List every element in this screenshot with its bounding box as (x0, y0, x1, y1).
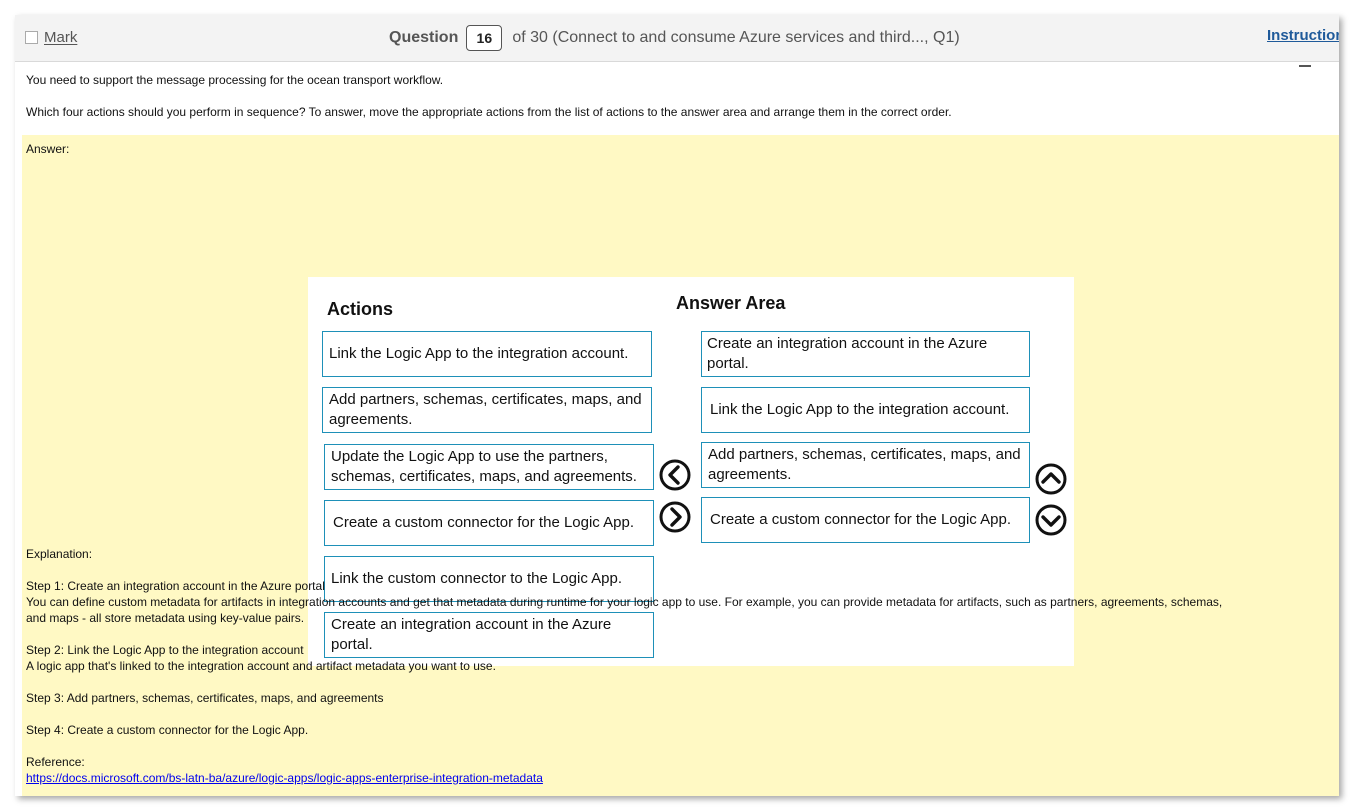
mark-control[interactable]: Mark (25, 29, 77, 46)
action-item[interactable]: Add partners, schemas, certificates, map… (322, 387, 652, 433)
explanation-step1-text: You can define custom metadata for artif… (26, 595, 1223, 609)
action-item[interactable]: Update the Logic App to use the partners… (324, 444, 654, 490)
action-item-text: Create an integration account in the Azu… (331, 616, 612, 653)
question-label: Question (389, 29, 459, 46)
reference-link[interactable]: https://docs.microsoft.com/bs-latn-ba/az… (26, 771, 543, 785)
action-item-text: Add partners, schemas, certificates, map… (329, 391, 642, 428)
instructions-link[interactable]: Instructions (1267, 27, 1339, 44)
question-prompt: Which four actions should you perform in… (26, 105, 952, 119)
answer-item-text: Link the Logic App to the integration ac… (710, 401, 1010, 418)
question-intro: You need to support the message processi… (26, 73, 444, 87)
question-number-field[interactable]: 16 (466, 25, 503, 51)
answer-item-text: Create a custom connector for the Logic … (710, 511, 1012, 528)
mark-label[interactable]: Mark (44, 29, 77, 46)
minimize-icon[interactable] (1299, 65, 1311, 67)
exam-window: Mark Question 16 of 30 (Connect to and c… (15, 15, 1339, 796)
explanation-step4-title: Step 4: Create a custom connector for th… (26, 723, 309, 737)
mark-checkbox[interactable] (25, 31, 38, 44)
chevron-left-circle-icon[interactable] (659, 459, 691, 491)
action-item-text: Create a custom connector for the Logic … (333, 514, 635, 531)
answer-section: Answer: Actions Answer Area Link the Log… (22, 135, 1339, 796)
explanation-step3-title: Step 3: Add partners, schemas, certifica… (26, 691, 384, 705)
question-indicator: Question 16 of 30 (Connect to and consum… (389, 25, 960, 51)
answer-area-heading: Answer Area (676, 293, 786, 313)
answer-item-text: Create an integration account in the Azu… (707, 335, 988, 372)
chevron-down-circle-icon[interactable] (1035, 504, 1067, 536)
actions-heading: Actions (327, 299, 394, 319)
explanation-label: Explanation: (26, 547, 93, 561)
explanation-step2-text: A logic app that's linked to the integra… (26, 659, 496, 673)
answer-item[interactable]: Create a custom connector for the Logic … (701, 497, 1030, 543)
action-item[interactable]: Create a custom connector for the Logic … (324, 500, 654, 546)
answer-item[interactable]: Add partners, schemas, certificates, map… (701, 442, 1030, 488)
answer-item-text: Add partners, schemas, certificates, map… (708, 446, 1021, 483)
action-item[interactable]: Link the Logic App to the integration ac… (322, 331, 652, 377)
reference-label: Reference: (26, 755, 85, 769)
explanation-step1-title: Step 1: Create an integration account in… (26, 579, 325, 593)
answer-item[interactable]: Link the Logic App to the integration ac… (701, 387, 1030, 433)
action-item[interactable]: Create an integration account in the Azu… (324, 612, 654, 658)
chevron-up-circle-icon[interactable] (1035, 463, 1067, 495)
chevron-right-circle-icon[interactable] (659, 501, 691, 533)
action-item-text: Update the Logic App to use the partners… (331, 448, 637, 485)
question-header: Mark Question 16 of 30 (Connect to and c… (15, 15, 1339, 62)
question-suffix: of 30 (Connect to and consume Azure serv… (512, 29, 960, 46)
answer-item[interactable]: Create an integration account in the Azu… (701, 331, 1030, 377)
action-item-text: Link the Logic App to the integration ac… (329, 345, 629, 362)
explanation-step1-text: and maps - all store metadata using key-… (26, 611, 305, 625)
action-item-text: Link the custom connector to the Logic A… (331, 570, 623, 587)
explanation-step2-title: Step 2: Link the Logic App to the integr… (26, 643, 304, 657)
answer-label: Answer: (26, 142, 70, 156)
